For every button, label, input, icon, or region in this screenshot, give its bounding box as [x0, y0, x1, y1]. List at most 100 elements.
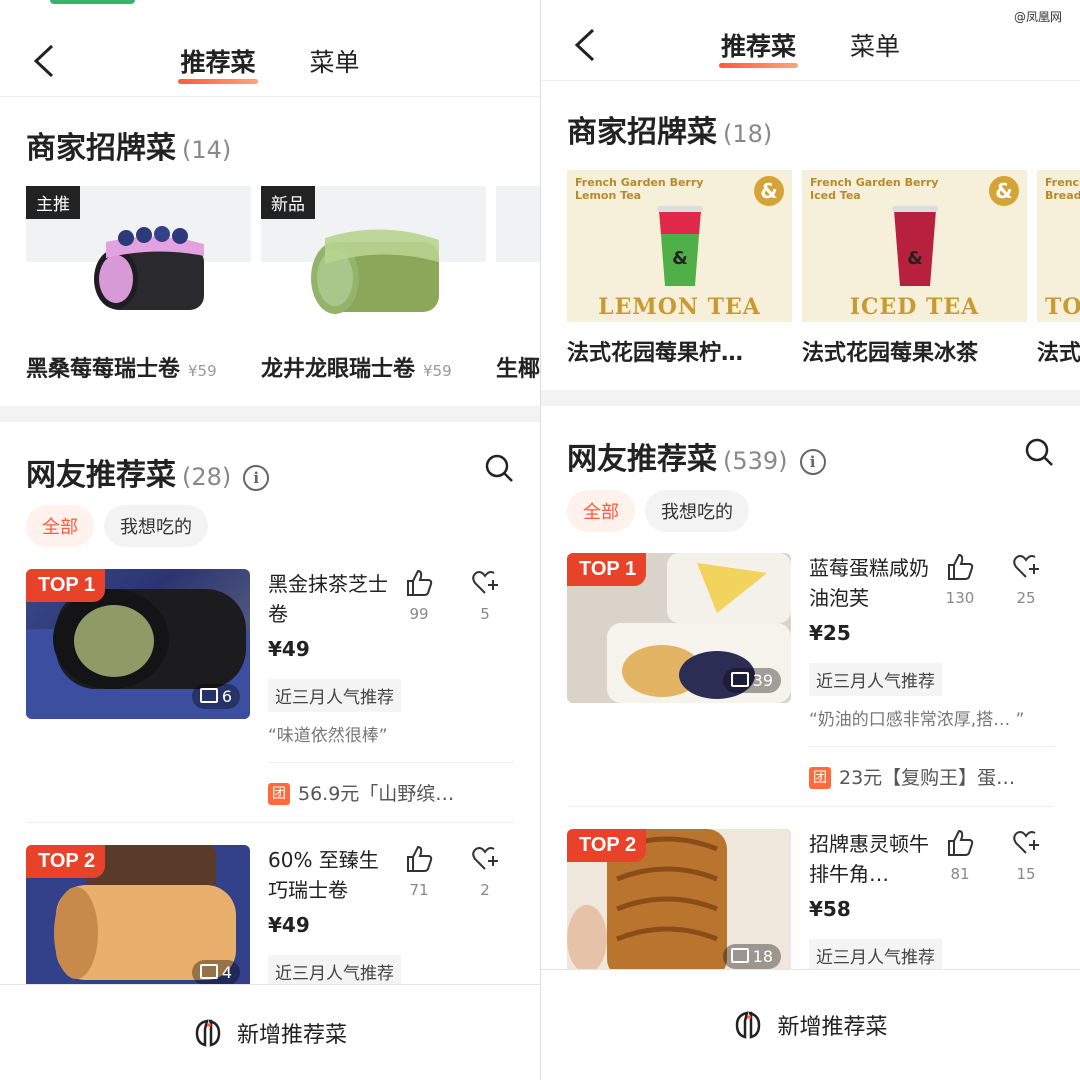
like-count: 81 — [950, 865, 970, 883]
thumb-up-icon — [948, 829, 974, 856]
image-icon — [730, 672, 749, 687]
iced-tea-cup-picture: & — [892, 206, 938, 286]
dish-name: 招牌惠灵顿牛排牛角… — [809, 832, 929, 886]
netizen-section-title: 网友推荐菜 (28) i — [26, 450, 270, 494]
tab-menu[interactable]: 菜单 — [848, 27, 902, 63]
dish-image[interactable]: TOP 1 6 — [26, 569, 250, 719]
dish-name-text: 黑桑莓莓瑞士卷 — [26, 357, 181, 382]
brand-logo: & — [989, 176, 1019, 206]
filter-chips: 全部 我想吃的 — [26, 505, 208, 547]
section-count: (539) — [723, 447, 788, 475]
dish-image: 主推 — [26, 186, 251, 310]
dish-name: 黑金抹茶芝士卷 — [268, 572, 388, 626]
signature-card[interactable]: French Garden Berry Lemon Tea & & LEMON T… — [567, 170, 792, 366]
group-deal[interactable]: 团 23元【复购王】蛋… — [809, 763, 1015, 790]
chip-want-to-eat[interactable]: 我想吃的 — [645, 490, 749, 532]
favorite-count: 5 — [480, 605, 490, 623]
signature-card[interactable]: FrenchBread TO 法式 — [1037, 170, 1080, 366]
signature-carousel[interactable]: 主推 黑桑莓莓瑞士卷 ¥59 新品 龙井龙眼瑞士卷 ¥59 生椰 — [26, 186, 540, 382]
promo-badge: 新品 — [261, 186, 315, 219]
signature-carousel[interactable]: French Garden Berry Lemon Tea & & LEMON T… — [567, 170, 1080, 366]
group-deal-icon: 团 — [268, 783, 290, 805]
dish-image[interactable]: TOP 2 18 — [567, 829, 791, 979]
signature-card[interactable]: 生椰 — [496, 186, 540, 382]
dish-price: ¥25 — [809, 621, 851, 645]
like-button[interactable]: 81 — [945, 829, 975, 883]
heart-plus-icon — [472, 571, 498, 594]
tab-recommended[interactable]: 推荐菜 — [178, 43, 258, 84]
promo-badge: 主推 — [26, 186, 80, 219]
section-divider — [0, 406, 540, 422]
heart-plus-icon — [1013, 831, 1039, 854]
like-button[interactable]: 130 — [945, 553, 975, 607]
dish-image[interactable]: TOP 1 39 — [567, 553, 791, 703]
watermark: @凤凰网 — [1013, 10, 1062, 24]
dish-price: ¥49 — [268, 637, 310, 661]
rank-badge: TOP 2 — [26, 845, 106, 878]
favorite-button[interactable]: 15 — [1011, 829, 1041, 883]
favorite-button[interactable]: 25 — [1011, 553, 1041, 607]
image-caption: LEMON TEA — [598, 294, 761, 320]
chip-want-to-eat[interactable]: 我想吃的 — [104, 505, 208, 547]
dish-price-text: ¥59 — [423, 362, 452, 380]
signature-card[interactable]: 主推 黑桑莓莓瑞士卷 ¥59 — [26, 186, 251, 382]
image-icon — [199, 688, 218, 703]
add-recommendation-label: 新增推荐菜 — [777, 1015, 888, 1040]
dish-price: ¥49 — [268, 913, 310, 937]
like-button[interactable]: 99 — [404, 569, 434, 623]
add-dish-icon — [195, 1018, 221, 1047]
cake-roll-picture — [94, 226, 204, 310]
section-divider — [541, 390, 1080, 406]
signature-card[interactable]: French Garden Berry Iced Tea & & ICED TEA… — [802, 170, 1027, 366]
group-deal[interactable]: 团 56.9元「山野缤… — [268, 779, 454, 806]
dish-card[interactable]: TOP 1 39 蓝莓蛋糕咸奶油泡芙 ¥25 130 25 近三月人气推荐 “奶… — [567, 553, 1080, 793]
divider — [26, 822, 514, 823]
image-icon — [199, 964, 218, 979]
status-strip — [50, 0, 135, 4]
group-deal-icon: 团 — [809, 767, 831, 789]
chip-all[interactable]: 全部 — [567, 490, 635, 532]
favorite-count: 15 — [1016, 865, 1036, 883]
photo-count[interactable]: 4 — [191, 960, 240, 985]
popularity-tag: 近三月人气推荐 — [268, 679, 401, 712]
netizen-section-title: 网友推荐菜 (539) i — [567, 434, 826, 478]
dish-image[interactable]: TOP 2 4 — [26, 845, 250, 995]
favorite-button[interactable]: 2 — [470, 845, 500, 899]
heart-plus-icon — [1013, 555, 1039, 578]
like-count: 71 — [409, 881, 429, 899]
dish-title: 龙井龙眼瑞士卷 ¥59 — [261, 351, 452, 383]
search-icon[interactable] — [1024, 437, 1054, 467]
photo-count-text: 18 — [752, 947, 773, 966]
add-recommendation-bar[interactable]: 新增推荐菜 — [0, 984, 540, 1080]
rank-badge: TOP 1 — [26, 569, 106, 602]
rank-badge: TOP 1 — [567, 553, 647, 586]
divider — [268, 762, 514, 763]
signature-section-title: 商家招牌菜 (14) — [26, 123, 231, 167]
favorite-button[interactable]: 5 — [470, 569, 500, 623]
photo-count[interactable]: 18 — [722, 944, 781, 969]
like-button[interactable]: 71 — [404, 845, 434, 899]
group-deal-text: 23元【复购王】蛋… — [839, 767, 1016, 789]
dish-title: 黑桑莓莓瑞士卷 ¥59 — [26, 351, 217, 383]
favorite-count: 25 — [1016, 589, 1036, 607]
photo-count[interactable]: 39 — [722, 668, 781, 693]
photo-count[interactable]: 6 — [191, 684, 240, 709]
divider — [809, 746, 1054, 747]
dish-name-text: 生椰 — [496, 357, 540, 382]
dish-image: French Garden Berry Iced Tea & & ICED TEA — [802, 170, 1027, 322]
info-icon[interactable]: i — [243, 465, 270, 491]
add-dish-icon — [736, 1011, 761, 1039]
chip-all[interactable]: 全部 — [26, 505, 94, 547]
image-icon — [730, 948, 749, 963]
dish-price-text: ¥59 — [188, 362, 217, 380]
popularity-tag: 近三月人气推荐 — [809, 939, 942, 972]
dish-card[interactable]: TOP 1 6 黑金抹茶芝士卷 ¥49 99 5 近三月人气推荐 “味道依然很棒… — [26, 569, 540, 809]
tab-recommended[interactable]: 推荐菜 — [718, 27, 799, 68]
search-icon[interactable] — [484, 453, 514, 483]
photo-count-text: 4 — [221, 963, 232, 982]
add-recommendation-bar[interactable]: 新增推荐菜 — [541, 969, 1080, 1080]
tab-menu[interactable]: 菜单 — [308, 43, 362, 79]
info-icon[interactable]: i — [799, 449, 826, 475]
signature-card[interactable]: 新品 龙井龙眼瑞士卷 ¥59 — [261, 186, 486, 382]
dish-image: French Garden Berry Lemon Tea & & LEMON T… — [567, 170, 792, 322]
